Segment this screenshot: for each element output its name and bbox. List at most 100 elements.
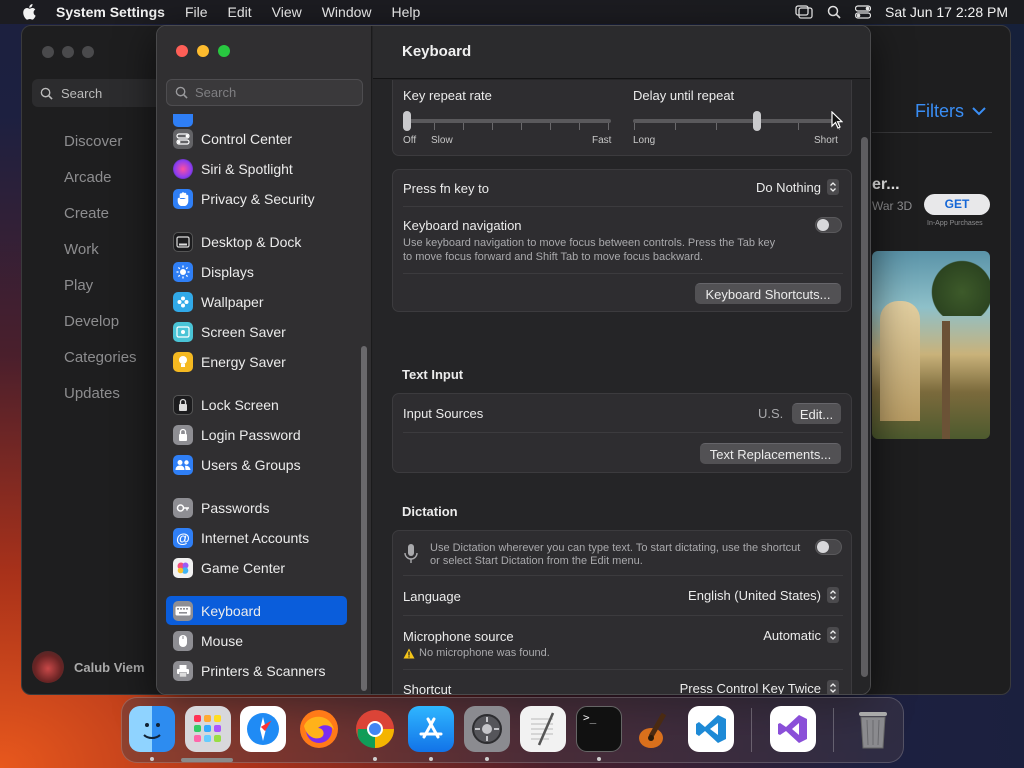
sidebar-search[interactable]	[166, 79, 363, 106]
apple-menu-icon[interactable]	[18, 1, 40, 23]
menu-app-name[interactable]: System Settings	[52, 4, 175, 20]
delay-short-label: Short	[814, 135, 838, 146]
delay-repeat-knob[interactable]	[753, 111, 761, 131]
vscode-icon[interactable]	[688, 706, 734, 752]
key-repeat-knob[interactable]	[403, 111, 411, 131]
get-button[interactable]: GET	[924, 194, 990, 215]
content-titlebar: Keyboard	[373, 26, 870, 79]
settings-sidebar: Control Center Siri & Spotlight Privacy …	[157, 26, 372, 694]
garageband-icon[interactable]	[632, 706, 678, 752]
keyboard-nav-desc-1: Use keyboard navigation to move focus be…	[403, 237, 776, 249]
sidebar-item-lock-screen[interactable]: Lock Screen	[166, 390, 347, 419]
input-sources-edit-button[interactable]: Edit...	[792, 403, 841, 424]
sidebar-scrollbar[interactable]	[361, 346, 367, 691]
sidebar-item-passwords[interactable]: Passwords	[166, 493, 347, 522]
flower-icon	[173, 291, 193, 312]
finder-icon[interactable]	[129, 706, 175, 752]
fn-key-popup[interactable]: Do Nothing	[756, 179, 839, 195]
menu-clock[interactable]: Sat Jun 17 2:28 PM	[885, 4, 1008, 20]
zoom-button[interactable]	[218, 45, 230, 57]
menu-edit[interactable]: Edit	[218, 4, 262, 20]
sidebar-item-desktop-dock[interactable]: Desktop & Dock	[166, 227, 347, 256]
key-repeat-slider[interactable]	[405, 119, 611, 123]
content-scroll-area[interactable]: Key repeat rate Off Slow Fast Delay unti…	[373, 80, 870, 695]
sidebar-item-mouse[interactable]: Mouse	[166, 626, 347, 655]
nav-work[interactable]: Work	[64, 240, 137, 276]
sidebar-item-users-groups[interactable]: Users & Groups	[166, 450, 347, 479]
filters-label: Filters	[915, 101, 964, 121]
firefox-icon[interactable]	[296, 706, 342, 752]
dictation-desc-2: or select Start Dictation from the Edit …	[430, 555, 643, 567]
system-settings-icon[interactable]	[464, 706, 510, 752]
search-icon	[175, 86, 188, 99]
game-artwork[interactable]	[872, 251, 990, 439]
trash-icon[interactable]	[850, 706, 896, 752]
menu-window[interactable]: Window	[312, 4, 382, 20]
launchpad-icon[interactable]	[185, 706, 231, 752]
textedit-icon[interactable]	[520, 706, 566, 752]
delay-repeat-slider[interactable]	[633, 119, 841, 123]
sidebar-item-privacy[interactable]: Privacy & Security	[166, 184, 347, 213]
nav-discover[interactable]: Discover	[64, 132, 137, 168]
fn-key-label: Press fn key to	[403, 181, 489, 196]
stage-manager-icon[interactable]	[795, 5, 813, 19]
bulb-icon	[173, 351, 193, 372]
menu-help[interactable]: Help	[382, 4, 431, 20]
keyboard-shortcuts-button[interactable]: Keyboard Shortcuts...	[695, 283, 841, 304]
language-label: Language	[403, 589, 461, 604]
spotlight-search-icon[interactable]	[827, 5, 841, 19]
sidebar-item-login-password[interactable]: Login Password	[166, 420, 347, 449]
key-repeat-fast-label: Fast	[592, 135, 612, 146]
sidebar-item-energy-saver[interactable]: Energy Saver	[166, 347, 347, 376]
key-repeat-card: Key repeat rate Off Slow Fast Delay unti…	[392, 80, 852, 156]
language-popup[interactable]: English (United States)	[688, 587, 839, 603]
close-button[interactable]	[176, 45, 188, 57]
dock: >_	[121, 697, 904, 763]
dictation-toggle[interactable]	[815, 539, 842, 555]
sidebar-item-keyboard[interactable]: Keyboard	[166, 596, 347, 625]
sidebar-item-siri[interactable]: Siri & Spotlight	[166, 154, 347, 183]
nav-create[interactable]: Create	[64, 204, 137, 240]
mic-source-popup[interactable]: Automatic	[763, 627, 839, 643]
fn-key-value: Do Nothing	[755, 179, 821, 195]
nav-updates[interactable]: Updates	[64, 384, 137, 420]
game-subtitle: War 3D	[872, 199, 913, 213]
sidebar-item-label: Internet Accounts	[201, 529, 310, 546]
delay-repeat-label: Delay until repeat	[633, 88, 735, 103]
sidebar-item-internet-accounts[interactable]: @ Internet Accounts	[166, 523, 347, 552]
shortcut-value: Press Control Key Twice	[679, 680, 821, 695]
minimize-button[interactable]	[197, 45, 209, 57]
sidebar-item-control-center[interactable]: Control Center	[166, 124, 347, 153]
nav-develop[interactable]: Develop	[64, 312, 137, 348]
sidebar-item-label: Desktop & Dock	[201, 233, 302, 250]
text-replacements-button[interactable]: Text Replacements...	[700, 443, 841, 464]
filters-button[interactable]: Filters	[915, 101, 986, 122]
dictation-desc-1: Use Dictation wherever you can type text…	[430, 542, 801, 554]
sidebar-item-displays[interactable]: Displays	[166, 257, 347, 286]
menu-view[interactable]: View	[262, 4, 312, 20]
sidebar-item-game-center[interactable]: Game Center	[166, 553, 347, 582]
mouse-icon	[173, 630, 193, 651]
app-store-user[interactable]: Calub Viem	[32, 651, 145, 683]
sidebar-item-wallpaper[interactable]: Wallpaper	[166, 287, 347, 316]
keyboard-nav-toggle[interactable]	[815, 217, 842, 233]
safari-icon[interactable]	[240, 706, 286, 752]
nav-play[interactable]: Play	[64, 276, 137, 312]
sidebar-item-label: Displays	[201, 263, 254, 280]
nav-categories[interactable]: Categories	[64, 348, 137, 384]
sidebar-list: Control Center Siri & Spotlight Privacy …	[166, 114, 358, 694]
key-repeat-slow-label: Slow	[431, 135, 453, 146]
menu-file[interactable]: File	[175, 4, 218, 20]
control-center-menu-icon[interactable]	[855, 5, 872, 19]
shortcut-popup[interactable]: Press Control Key Twice	[679, 680, 839, 695]
app-store-icon[interactable]	[408, 706, 454, 752]
content-scrollbar[interactable]	[861, 137, 868, 677]
sidebar-item-screen-saver[interactable]: Screen Saver	[166, 317, 347, 346]
sidebar-item-printers[interactable]: Printers & Scanners	[166, 656, 347, 685]
siri-icon	[173, 158, 193, 179]
nav-arcade[interactable]: Arcade	[64, 168, 137, 204]
chrome-icon[interactable]	[352, 706, 398, 752]
terminal-icon[interactable]: >_	[576, 706, 622, 752]
visual-studio-icon[interactable]	[770, 706, 816, 752]
search-input[interactable]	[195, 85, 355, 100]
